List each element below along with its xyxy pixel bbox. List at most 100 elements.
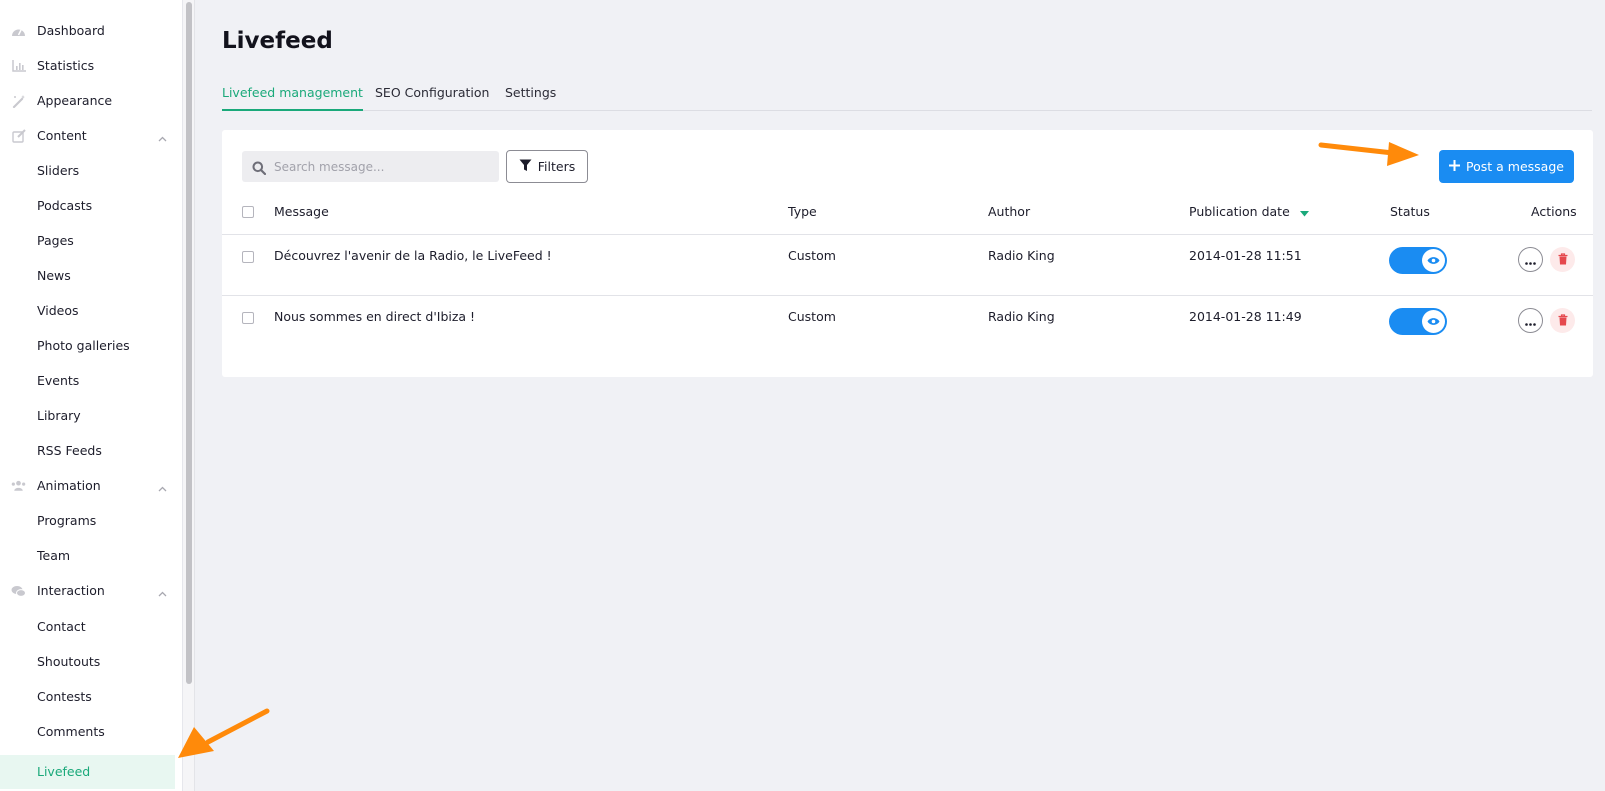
sidebar-item-comments[interactable]: Comments — [0, 715, 175, 749]
dashboard-icon — [11, 24, 26, 38]
sidebar-item-shoutouts[interactable]: Shoutouts — [0, 645, 175, 679]
sidebar-item-label: Sliders — [37, 163, 80, 178]
search-input[interactable] — [274, 159, 489, 174]
edit-icon — [11, 129, 26, 143]
sidebar-item-news[interactable]: News — [0, 259, 175, 293]
sidebar-item-label: Programs — [37, 513, 97, 528]
sidebar-item-label: Library — [37, 408, 81, 423]
sidebar-item-label: Content — [37, 128, 87, 143]
sidebar-item-label: Statistics — [37, 58, 95, 73]
column-header-type: Type — [788, 204, 817, 219]
plus-icon — [1449, 159, 1461, 174]
search-box — [242, 151, 499, 182]
column-header-label: Publication date — [1189, 204, 1290, 219]
ellipsis-icon — [1525, 250, 1536, 269]
filter-icon — [519, 159, 532, 175]
scrollbar-thumb[interactable] — [186, 2, 192, 684]
tab-settings[interactable]: Settings — [505, 85, 556, 111]
sidebar-item-label: Interaction — [37, 583, 105, 598]
sidebar-item-label: Appearance — [37, 93, 113, 108]
row-date: 2014-01-28 11:51 — [1189, 248, 1302, 263]
chart-icon — [11, 59, 26, 73]
sidebar-item-label: RSS Feeds — [37, 443, 102, 458]
status-toggle[interactable] — [1389, 247, 1447, 274]
chevron-up-icon — [158, 480, 167, 495]
tab-bar: Livefeed management SEO Configuration Se… — [222, 80, 1592, 111]
sidebar-item-label: Photo galleries — [37, 338, 130, 353]
more-actions-button[interactable] — [1518, 308, 1543, 333]
chat-icon — [11, 584, 26, 598]
sidebar-item-label: News — [37, 268, 71, 283]
sidebar-item-interaction[interactable]: Interaction — [0, 574, 175, 608]
row-date: 2014-01-28 11:49 — [1189, 309, 1302, 324]
row-type: Custom — [788, 309, 836, 324]
sidebar-item-label: Livefeed — [37, 764, 91, 779]
sidebar-item-programs[interactable]: Programs — [0, 504, 175, 538]
sidebar-item-label: Podcasts — [37, 198, 93, 213]
row-message: Découvrez l'avenir de la Radio, le LiveF… — [274, 248, 552, 263]
annotation-arrow-right-icon — [1318, 142, 1419, 166]
column-header-actions: Actions — [1531, 204, 1577, 219]
users-icon — [11, 479, 26, 493]
row-author: Radio King — [988, 248, 1055, 263]
sidebar-item-contact[interactable]: Contact — [0, 610, 175, 644]
trash-icon — [1558, 311, 1568, 330]
sidebar-item-podcasts[interactable]: Podcasts — [0, 189, 175, 223]
row-checkbox[interactable] — [242, 251, 254, 263]
sidebar-item-photo-galleries[interactable]: Photo galleries — [0, 329, 175, 363]
sidebar-item-label: Events — [37, 373, 80, 388]
magic-wand-icon — [11, 94, 26, 108]
ellipsis-icon — [1525, 311, 1536, 330]
row-message: Nous sommes en direct d'Ibiza ! — [274, 309, 476, 324]
sidebar-item-label: Comments — [37, 724, 105, 739]
delete-button[interactable] — [1550, 247, 1575, 272]
sidebar-item-events[interactable]: Events — [0, 364, 175, 398]
row-checkbox[interactable] — [242, 312, 254, 324]
filters-button-label: Filters — [537, 159, 576, 174]
sidebar-item-videos[interactable]: Videos — [0, 294, 175, 328]
post-message-button-label: Post a message — [1466, 159, 1564, 174]
sidebar-item-label: Pages — [37, 233, 74, 248]
sidebar-item-label: Contests — [37, 689, 92, 704]
sidebar-item-dashboard[interactable]: Dashboard — [0, 14, 175, 48]
tab-seo-configuration[interactable]: SEO Configuration — [375, 85, 489, 111]
chevron-up-icon — [158, 585, 167, 600]
sidebar-item-label: Animation — [37, 478, 101, 493]
tab-livefeed-management[interactable]: Livefeed management — [222, 85, 363, 111]
eye-icon — [1422, 249, 1445, 272]
sidebar-item-library[interactable]: Library — [0, 399, 175, 433]
annotation-arrow-down-left-icon — [178, 708, 270, 758]
row-divider — [222, 295, 1593, 296]
column-header-publication-date[interactable]: Publication date — [1189, 204, 1309, 220]
sidebar-item-label: Team — [37, 548, 71, 563]
sidebar-item-rss-feeds[interactable]: RSS Feeds — [0, 434, 175, 468]
delete-button[interactable] — [1550, 308, 1575, 333]
sort-desc-icon[interactable] — [1299, 205, 1309, 220]
sidebar-item-sliders[interactable]: Sliders — [0, 154, 175, 188]
sidebar-item-livefeed[interactable]: Livefeed — [0, 755, 175, 789]
post-message-button[interactable]: Post a message — [1439, 150, 1574, 183]
sidebar-item-animation[interactable]: Animation — [0, 469, 175, 503]
row-author: Radio King — [988, 309, 1055, 324]
sidebar-item-team[interactable]: Team — [0, 539, 175, 573]
sidebar: Dashboard Statistics Appearance Content … — [0, 0, 183, 791]
more-actions-button[interactable] — [1518, 247, 1543, 272]
column-header-message: Message — [274, 204, 329, 219]
filters-button[interactable]: Filters — [506, 150, 588, 183]
sidebar-item-label: Contact — [37, 619, 86, 634]
sidebar-item-label: Shoutouts — [37, 654, 101, 669]
status-toggle[interactable] — [1389, 308, 1447, 335]
sidebar-item-statistics[interactable]: Statistics — [0, 49, 175, 83]
column-header-author: Author — [988, 204, 1031, 219]
page-title: Livefeed — [222, 28, 333, 54]
sidebar-item-label: Videos — [37, 303, 79, 318]
sidebar-scrollbar[interactable] — [183, 0, 195, 791]
column-header-status: Status — [1390, 204, 1430, 219]
sidebar-item-pages[interactable]: Pages — [0, 224, 175, 258]
select-all-checkbox[interactable] — [242, 206, 254, 218]
sidebar-item-content[interactable]: Content — [0, 119, 175, 153]
search-icon — [252, 160, 267, 175]
sidebar-item-label: Dashboard — [37, 23, 105, 38]
sidebar-item-contests[interactable]: Contests — [0, 680, 175, 714]
sidebar-item-appearance[interactable]: Appearance — [0, 84, 175, 118]
